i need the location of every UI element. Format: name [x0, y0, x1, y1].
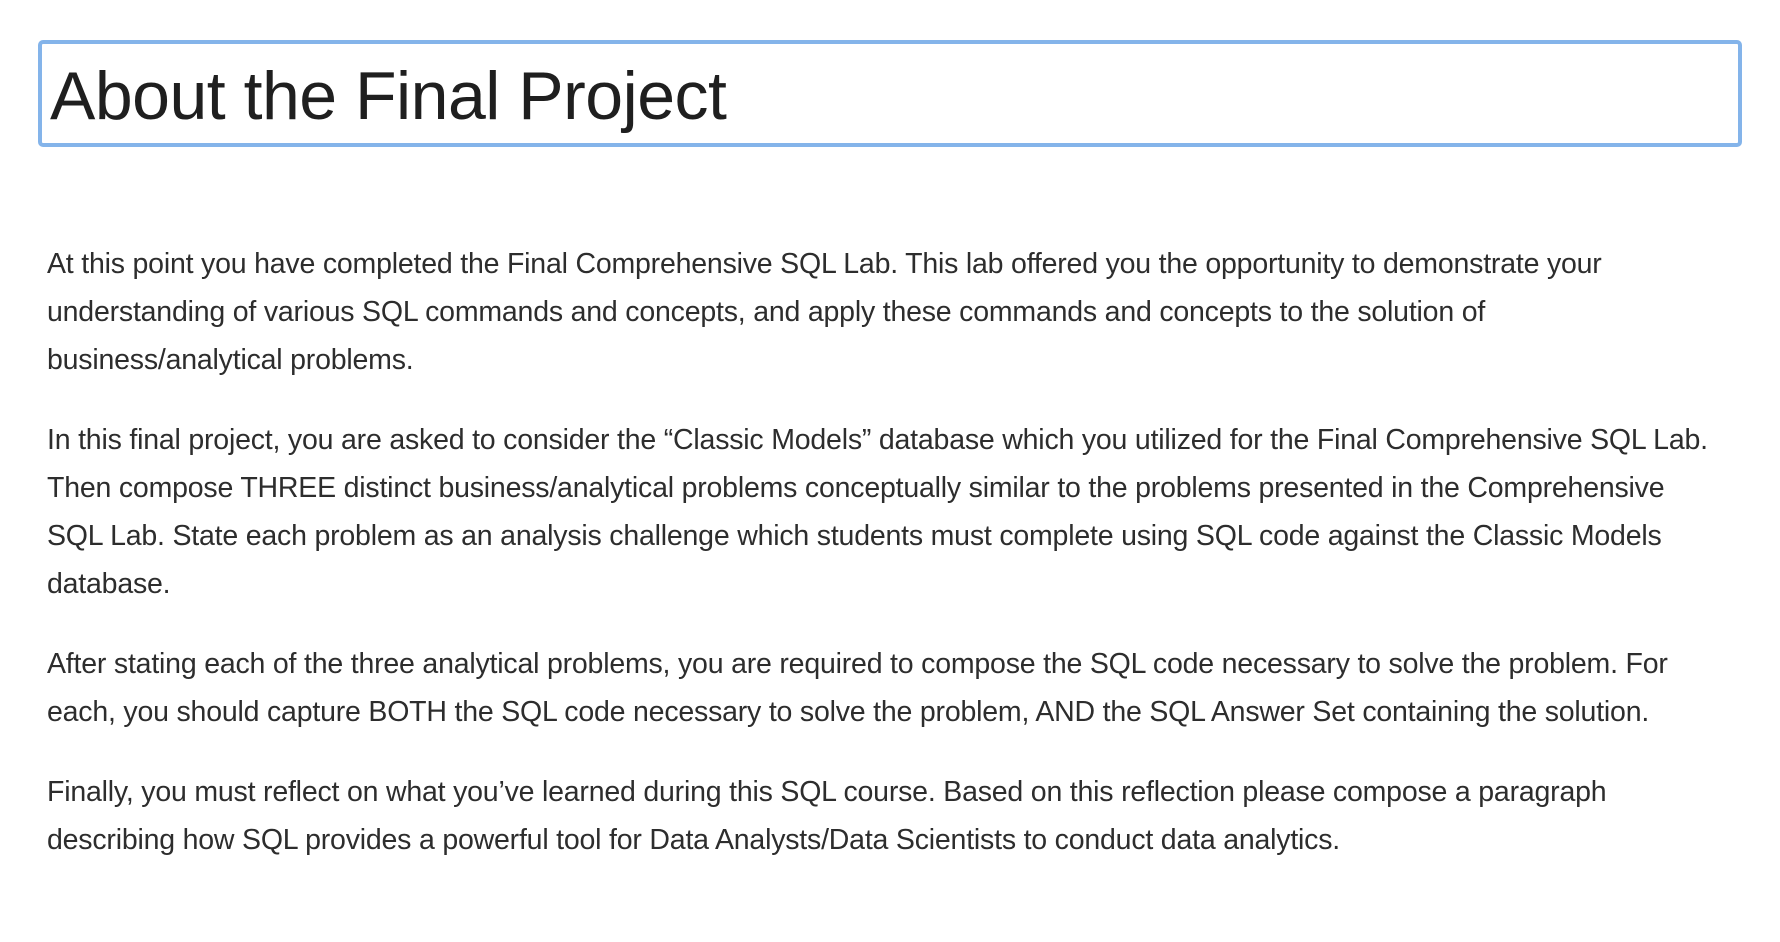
title-editor-box[interactable]: About the Final Project: [38, 40, 1742, 147]
paragraph-reflection: Finally, you must reflect on what you’ve…: [47, 776, 1607, 856]
document-page: About the Final Project At this point yo…: [0, 0, 1780, 942]
paragraph-classic-models-problems: In this final project, you are asked to …: [47, 424, 1708, 600]
document-body: At this point you have completed the Fin…: [47, 240, 1727, 864]
page-title[interactable]: About the Final Project: [50, 58, 727, 134]
paragraph-completed-lab: At this point you have completed the Fin…: [47, 248, 1602, 376]
paragraph-sql-code-answer-set: After stating each of the three analytic…: [47, 648, 1668, 728]
